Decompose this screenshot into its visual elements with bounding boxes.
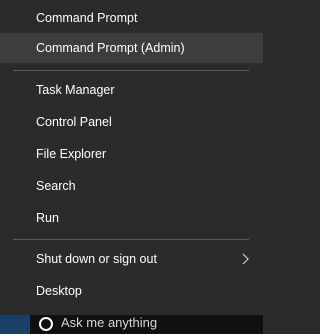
menu-item-run[interactable]: Run <box>0 203 263 233</box>
menu-item-command-prompt-admin[interactable]: Command Prompt (Admin) <box>0 33 263 63</box>
taskbar: Ask me anything <box>0 315 263 334</box>
menu-item-label: Control Panel <box>36 115 112 129</box>
search-placeholder: Ask me anything <box>61 315 158 330</box>
menu-item-search[interactable]: Search <box>0 171 263 201</box>
menu-item-label: Command Prompt (Admin) <box>36 41 185 55</box>
power-user-menu: Command Prompt Command Prompt (Admin) Ta… <box>0 0 263 315</box>
chevron-right-icon <box>242 253 249 265</box>
menu-item-file-explorer[interactable]: File Explorer <box>0 139 263 169</box>
menu-item-task-manager[interactable]: Task Manager <box>0 75 263 105</box>
cortana-circle-icon <box>39 317 53 331</box>
menu-separator <box>13 239 249 240</box>
menu-item-label: Search <box>36 179 76 193</box>
menu-item-label: Command Prompt <box>36 11 138 25</box>
menu-item-command-prompt[interactable]: Command Prompt <box>0 3 263 33</box>
menu-item-control-panel[interactable]: Control Panel <box>0 107 263 137</box>
menu-item-label: Shut down or sign out <box>36 252 157 266</box>
menu-item-label: Run <box>36 211 59 225</box>
menu-separator <box>13 70 249 71</box>
menu-item-label: Desktop <box>36 284 82 298</box>
menu-item-desktop[interactable]: Desktop <box>0 276 263 306</box>
menu-item-shut-down-or-sign-out[interactable]: Shut down or sign out <box>0 244 263 274</box>
start-button[interactable] <box>0 315 30 334</box>
menu-item-label: File Explorer <box>36 147 107 161</box>
taskbar-search-box[interactable]: Ask me anything <box>30 315 263 334</box>
menu-item-label: Task Manager <box>36 83 115 97</box>
